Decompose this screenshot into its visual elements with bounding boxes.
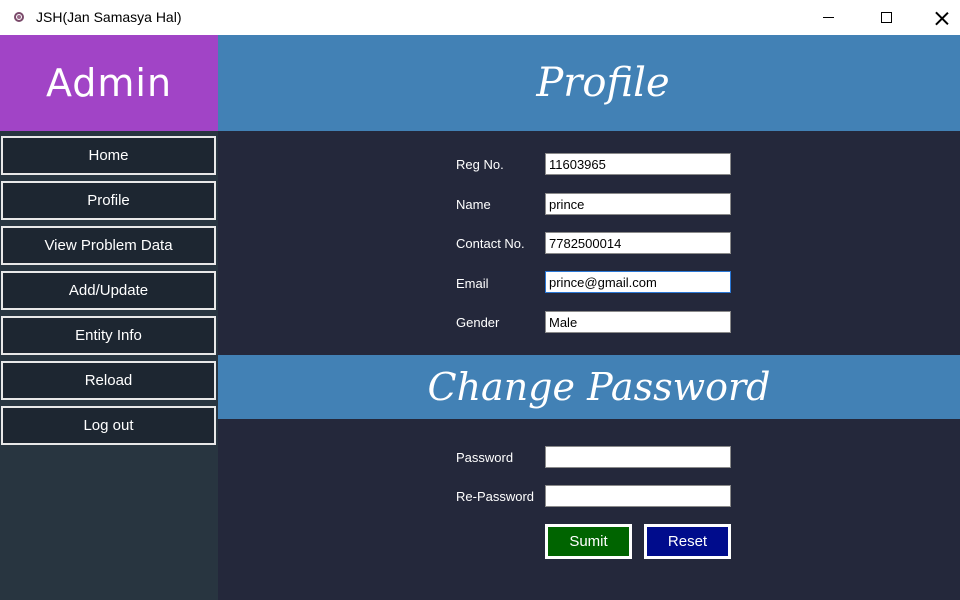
gender-field[interactable]: [545, 311, 731, 333]
close-icon: [935, 11, 949, 25]
main-panel: Profile Reg No. Name Contact No. Email G…: [218, 35, 960, 600]
email-field[interactable]: [545, 271, 731, 293]
sidebar-item-add-update[interactable]: Add/Update: [1, 271, 216, 310]
profile-heading: Profile: [536, 60, 670, 106]
close-button[interactable]: [914, 0, 960, 35]
sidebar-item-home[interactable]: Home: [1, 136, 216, 175]
repassword-field[interactable]: [545, 485, 731, 507]
maximize-icon: [880, 12, 892, 23]
gender-label: Gender: [456, 315, 500, 330]
minimize-icon: [822, 17, 834, 18]
sidebar-item-view-problem-data[interactable]: View Problem Data: [1, 226, 216, 265]
window-title: JSH(Jan Samasya Hal): [36, 9, 182, 25]
contact-no-field[interactable]: [545, 232, 731, 254]
title-bar: JSH(Jan Samasya Hal): [0, 0, 960, 35]
sidebar-item-entity-info[interactable]: Entity Info: [1, 316, 216, 355]
sidebar: Admin Home Profile View Problem Data Add…: [0, 35, 218, 600]
sidebar-item-reload[interactable]: Reload: [1, 361, 216, 400]
reset-button[interactable]: Reset: [644, 524, 731, 559]
password-label: Password: [456, 450, 514, 465]
maximize-button[interactable]: [858, 0, 914, 35]
sidebar-item-profile[interactable]: Profile: [1, 181, 216, 220]
password-field[interactable]: [545, 446, 731, 468]
reg-no-field[interactable]: [545, 153, 731, 175]
sidebar-item-log-out[interactable]: Log out: [1, 406, 216, 445]
change-password-banner: Change Password: [218, 355, 960, 419]
name-label: Name: [456, 197, 491, 212]
app-icon: [14, 12, 24, 22]
sidebar-title: Admin: [45, 61, 173, 105]
reg-no-label: Reg No.: [456, 157, 504, 172]
change-password-heading: Change Password: [427, 365, 771, 409]
submit-button[interactable]: Sumit: [545, 524, 632, 559]
profile-banner: Profile: [218, 35, 960, 131]
repassword-label: Re-Password: [456, 489, 535, 504]
email-label: Email: [456, 276, 489, 291]
minimize-button[interactable]: [800, 0, 856, 35]
contact-no-label: Contact No.: [456, 236, 525, 251]
sidebar-header: Admin: [0, 35, 218, 131]
name-field[interactable]: [545, 193, 731, 215]
